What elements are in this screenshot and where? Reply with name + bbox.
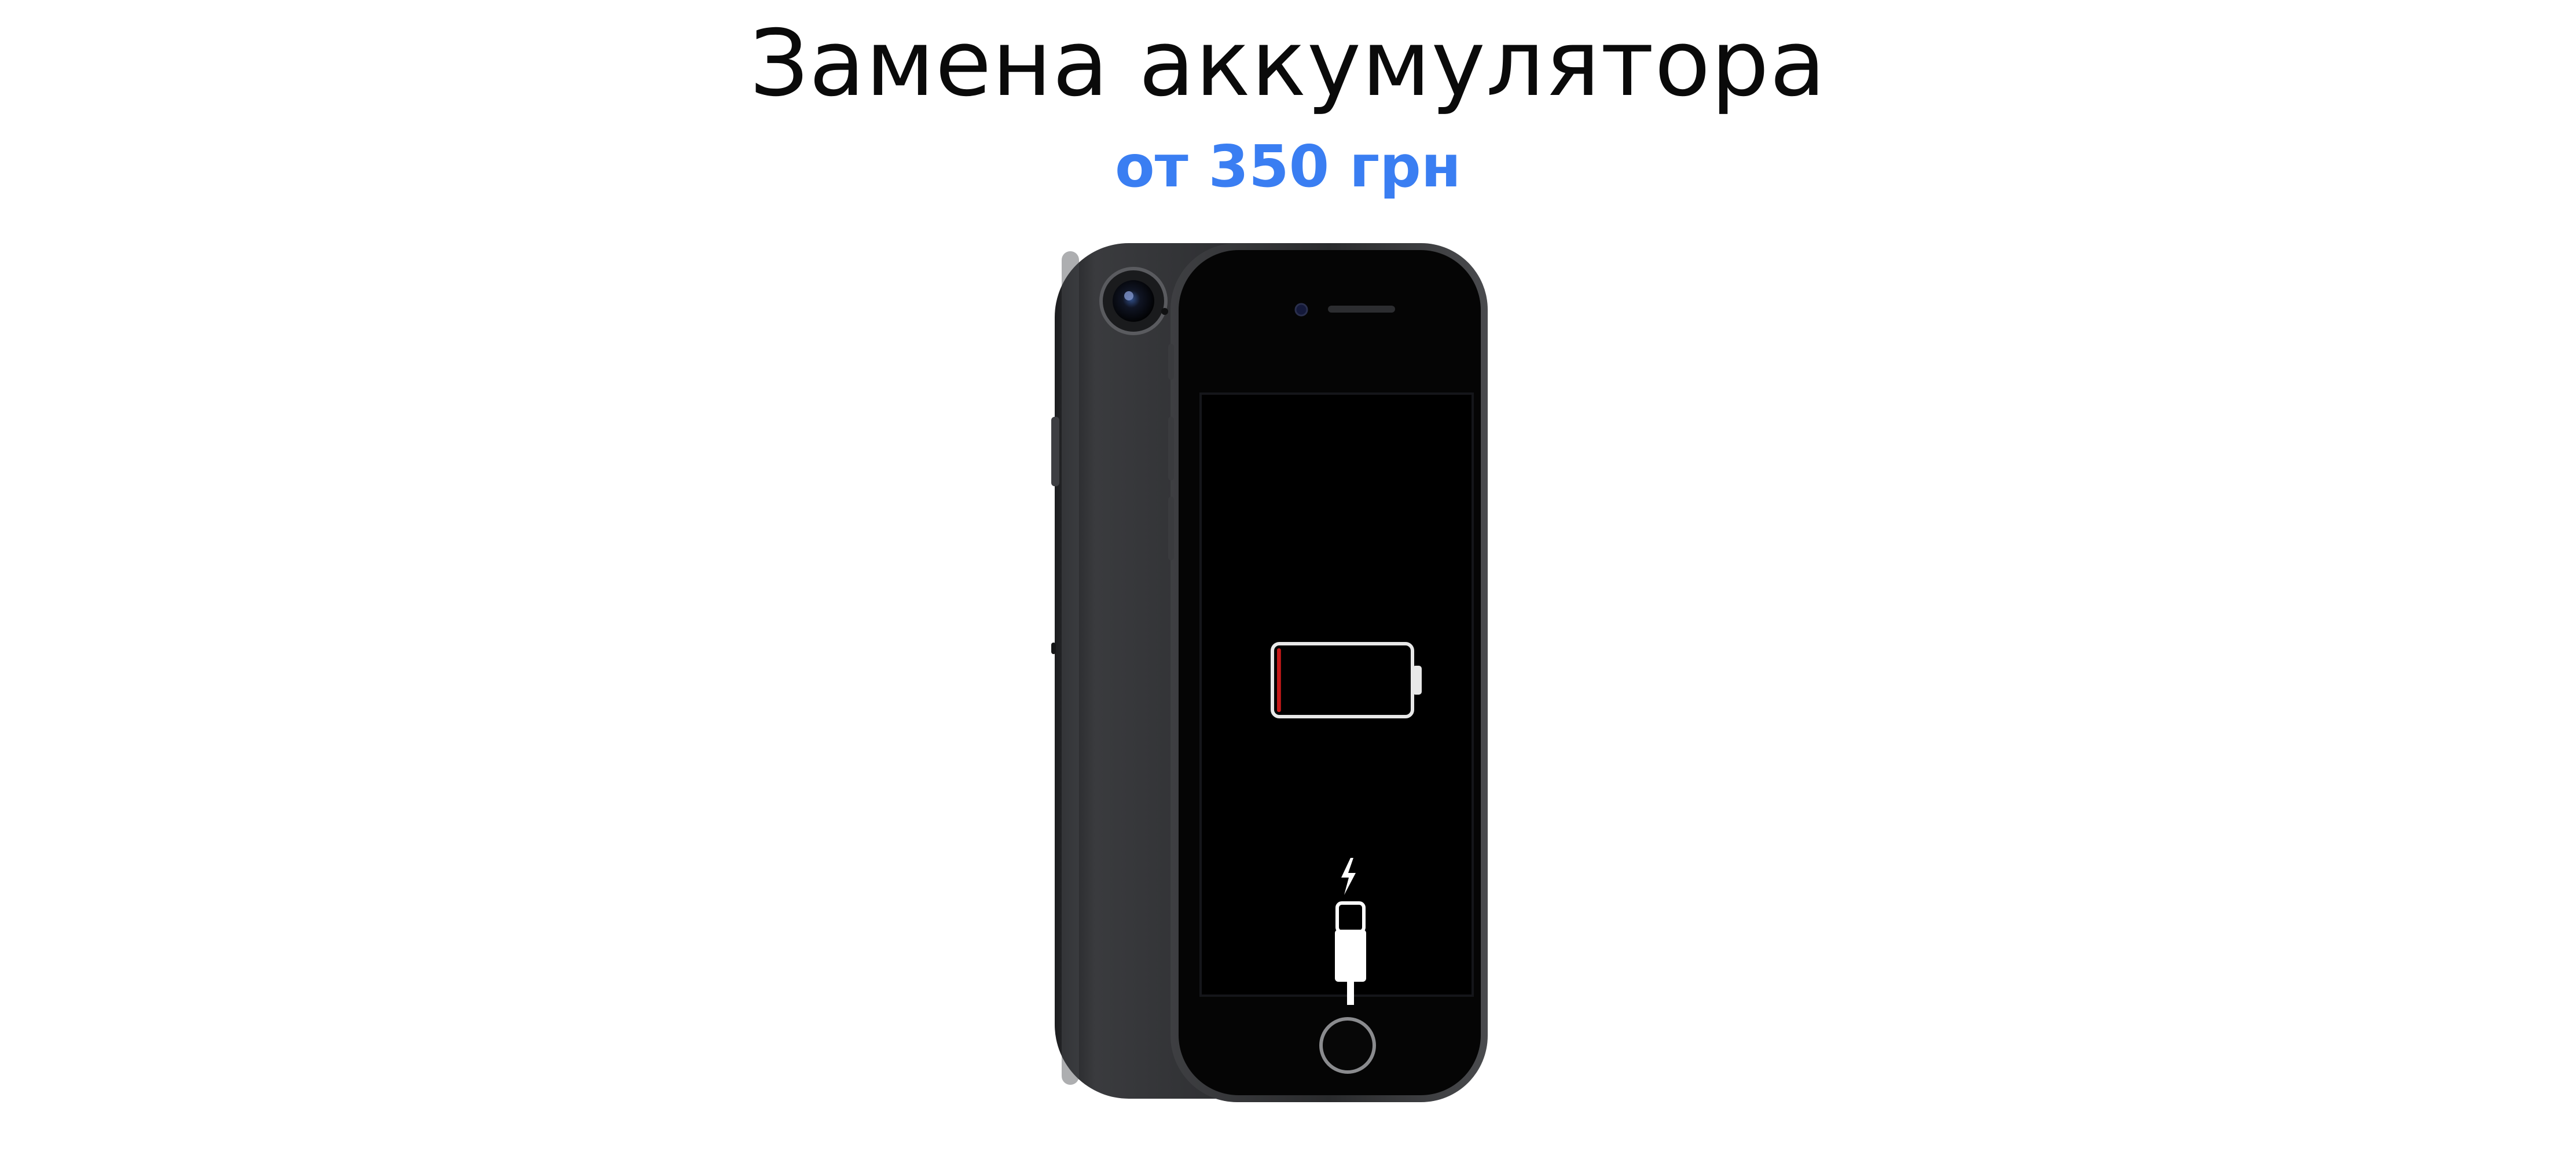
phone-front [1168, 243, 1488, 1102]
volume-button [1051, 417, 1059, 486]
earpiece [1328, 306, 1395, 313]
camera-icon [1099, 267, 1168, 335]
battery-level-fill [1277, 648, 1281, 712]
home-button [1319, 1017, 1376, 1074]
front-camera-icon [1294, 303, 1308, 317]
iphone-image [1051, 243, 1488, 1102]
battery-replacement-banner: Замена аккумулятора от 350 грн [0, 0, 2576, 1167]
